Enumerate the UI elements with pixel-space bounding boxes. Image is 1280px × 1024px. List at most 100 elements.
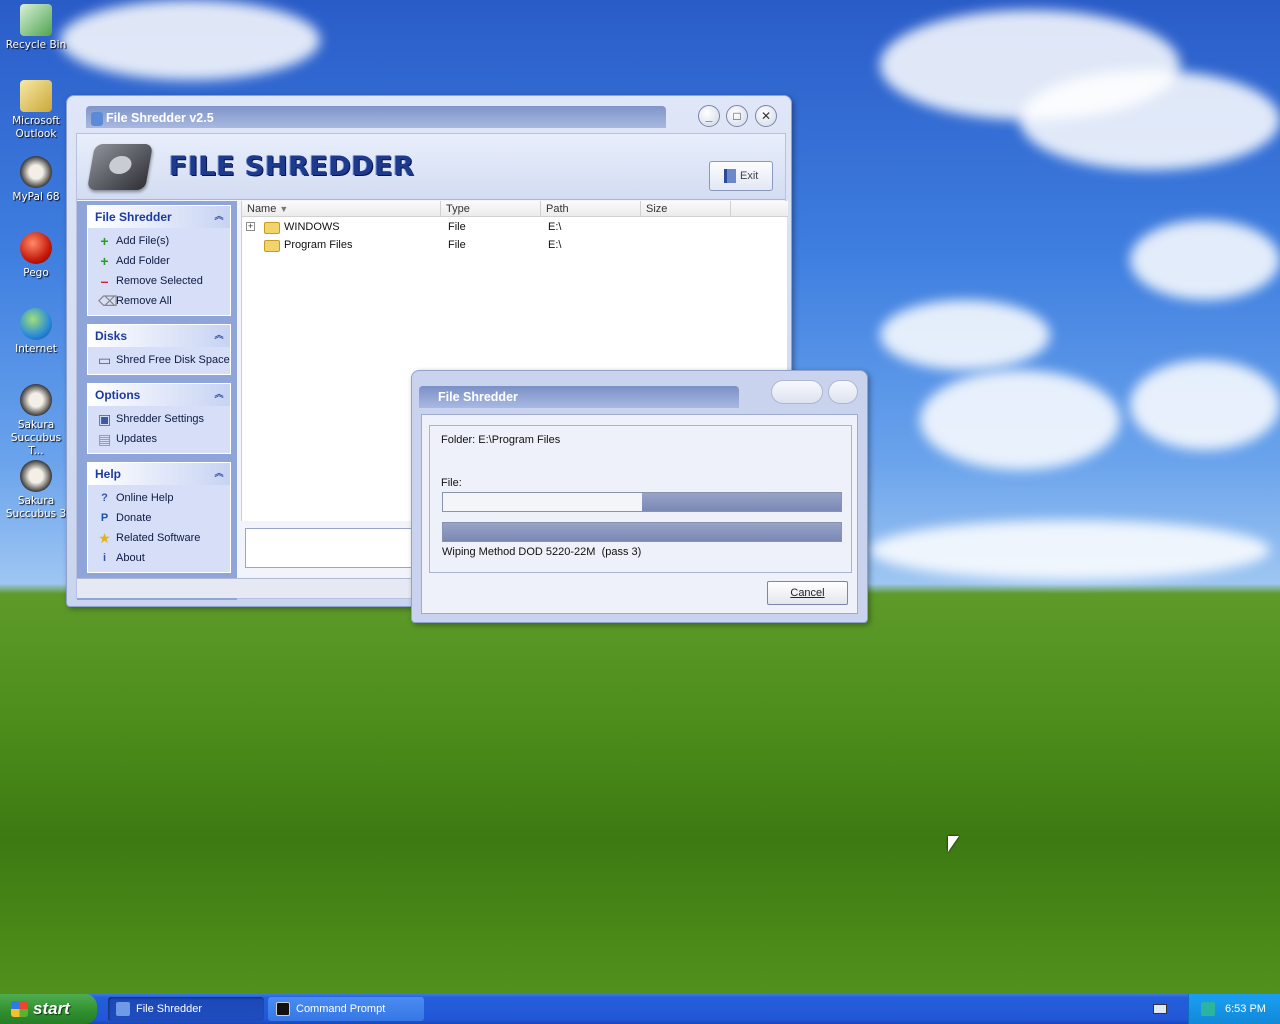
minus-icon: – (100, 273, 109, 289)
column-label: Name (247, 203, 277, 215)
disk-icon: ▭ (98, 352, 112, 368)
start-button[interactable]: start (0, 994, 97, 1024)
expand-icon[interactable]: + (246, 222, 255, 231)
group-header[interactable]: File Shredder ︽ (88, 206, 230, 228)
app-icon (91, 112, 103, 126)
group-disks: Disks ︽ ▭ Shred Free Disk Space (87, 324, 231, 375)
cell-path: E:\ (548, 239, 562, 251)
item-label: Updates (116, 433, 157, 445)
windows-logo-icon (11, 1001, 28, 1017)
desktop-icon-recycle-bin[interactable]: Recycle Bin (2, 4, 70, 52)
add-folder-link[interactable]: + Add Folder (96, 251, 230, 271)
start-label: start (33, 999, 70, 1018)
column-header-filler (731, 201, 788, 217)
collapse-chevron-icon[interactable]: ︽ (213, 468, 225, 480)
cloud (1130, 220, 1280, 300)
desktop-icon-label: Sakura Succubus T... (10, 419, 62, 457)
star-icon: ★ (98, 530, 111, 546)
desktop-icon-sakura-t[interactable]: Sakura Succubus T... (2, 384, 70, 458)
item-label: Shredder Settings (116, 413, 205, 425)
shred-free-space-link[interactable]: ▭ Shred Free Disk Space (96, 350, 230, 370)
sort-desc-icon: ▼ (279, 204, 289, 214)
group-header[interactable]: Disks ︽ (88, 325, 230, 347)
taskbar-button-command-prompt[interactable]: Command Prompt (268, 997, 424, 1021)
app-logo-text: FILE SHREDDER (169, 151, 415, 182)
column-label: Type (446, 203, 470, 215)
settings-icon: ▣ (98, 411, 112, 427)
cloud (870, 520, 1270, 580)
hard-disk-icon (86, 144, 154, 190)
updates-link[interactable]: ▤ Updates (96, 429, 230, 449)
folder-icon (264, 222, 280, 234)
group-title: File Shredder (95, 210, 172, 224)
clock[interactable]: 6:53 PM (1225, 1003, 1266, 1015)
column-header-path[interactable]: Path (541, 201, 641, 217)
raccoon-icon (20, 460, 52, 492)
add-files-link[interactable]: + Add File(s) (96, 231, 230, 251)
info-icon: i (102, 552, 107, 564)
overall-progress-fill (443, 523, 841, 541)
cloud (1130, 360, 1280, 450)
file-progress-fill (642, 493, 841, 511)
dialog-control-pill (828, 380, 858, 404)
taskbar: start File Shredder Command Prompt 6:53 … (0, 994, 1280, 1024)
group-header[interactable]: Help ︽ (88, 463, 230, 485)
progress-group: Folder: E:\Program Files File: Wiping Me… (429, 425, 852, 573)
cell-path: E:\ (548, 221, 562, 233)
column-header-name[interactable]: Name ▼ (242, 201, 441, 217)
keyboard-icon[interactable] (1153, 1004, 1167, 1014)
column-header-type[interactable]: Type (441, 201, 541, 217)
plus-icon: + (100, 253, 109, 269)
window-title: File Shredder v2.5 (106, 111, 214, 125)
desktop-icon-internet[interactable]: Internet (2, 308, 70, 356)
group-header[interactable]: Options ︽ (88, 384, 230, 406)
desktop-icon-outlook[interactable]: Microsoft Outlook (2, 80, 70, 141)
remove-selected-link[interactable]: – Remove Selected (96, 271, 230, 291)
column-header-size[interactable]: Size (641, 201, 731, 217)
collapse-chevron-icon[interactable]: ︽ (213, 389, 225, 401)
related-software-link[interactable]: ★ Related Software (96, 528, 230, 548)
cancel-button[interactable]: Cancel (767, 581, 848, 605)
network-icon[interactable] (1201, 1002, 1215, 1016)
remove-all-link[interactable]: ⌫ Remove All (96, 291, 230, 311)
collapse-chevron-icon[interactable]: ︽ (213, 330, 225, 342)
desktop-icon-label: Pego (23, 267, 49, 279)
minimize-button[interactable]: _ (698, 105, 720, 127)
table-row[interactable]: Program Files File E:\ (242, 236, 732, 254)
task-label: Command Prompt (296, 1003, 386, 1015)
header-banner: FILE SHREDDER Exit (77, 134, 785, 200)
desktop-icon-sakura-3[interactable]: Sakura Succubus 3 (2, 460, 70, 521)
online-help-link[interactable]: ? Online Help (96, 488, 230, 508)
maximize-button[interactable]: □ (726, 105, 748, 127)
task-pane: File Shredder ︽ + Add File(s) + Add Folder… (77, 201, 237, 600)
raccoon-icon (20, 156, 52, 188)
item-label: Shred Free Disk Space (116, 354, 230, 366)
shredder-settings-link[interactable]: ▣ Shredder Settings (96, 409, 230, 429)
dialog-title: File Shredder (438, 390, 518, 404)
cloud (1020, 70, 1280, 170)
folder-icon (264, 240, 280, 252)
command-prompt-icon (276, 1002, 290, 1016)
bottom-panel (245, 528, 425, 568)
task-label: File Shredder (136, 1003, 203, 1015)
item-label: Remove Selected (116, 275, 203, 287)
desktop-icon-label: Microsoft Outlook (12, 115, 60, 140)
recycle-bin-icon (20, 4, 52, 36)
group-help: Help ︽ ? Online Help P Donate ★ Related Sof… (87, 462, 231, 573)
desktop-icon-pego[interactable]: Pego (2, 232, 70, 280)
red-ball-icon (20, 232, 52, 264)
collapse-chevron-icon[interactable]: ︽ (213, 211, 225, 223)
table-row[interactable]: + WINDOWS File E:\ (242, 218, 732, 236)
taskbar-button-file-shredder[interactable]: File Shredder (108, 997, 264, 1021)
exit-label: Exit (740, 170, 759, 182)
desktop-icon-mypal[interactable]: MyPal 68 (2, 156, 70, 204)
cloud (880, 300, 1050, 370)
file-progress-bar (442, 492, 842, 512)
donate-link[interactable]: P Donate (96, 508, 230, 528)
about-link[interactable]: i About (96, 548, 230, 568)
close-button[interactable]: ✕ (755, 105, 777, 127)
exit-button[interactable]: Exit (709, 161, 773, 191)
column-label: Path (546, 203, 569, 215)
desktop-icon-label: Sakura Succubus 3 (5, 495, 67, 520)
paypal-icon: P (100, 512, 109, 524)
